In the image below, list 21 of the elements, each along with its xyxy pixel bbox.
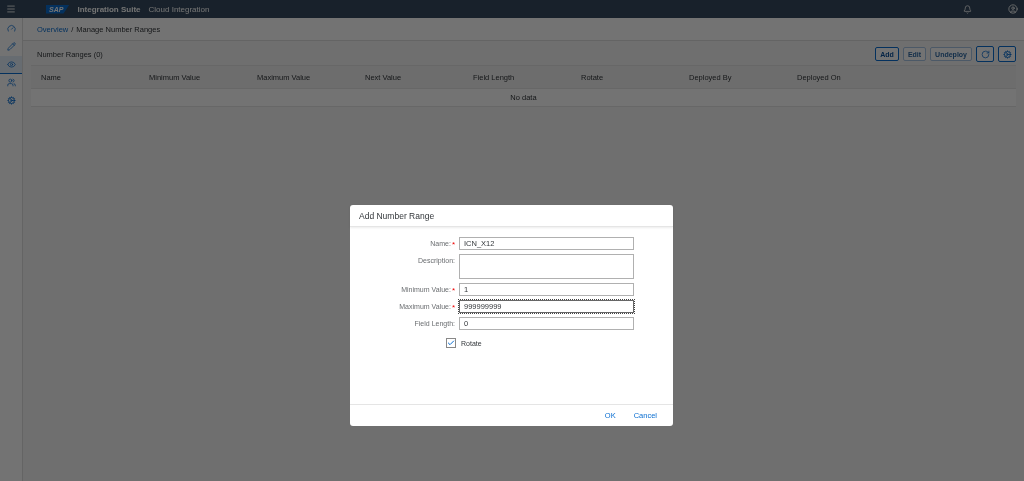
menu-icon[interactable]	[6, 4, 16, 14]
user-icon[interactable]	[1008, 4, 1018, 14]
text-area[interactable]	[459, 254, 634, 279]
gear-icon	[6, 96, 16, 105]
people-icon	[6, 78, 16, 87]
pencil-icon	[6, 42, 16, 51]
required-mark: *	[451, 286, 455, 295]
checkbox[interactable]	[446, 338, 456, 348]
refresh-button[interactable]	[976, 46, 994, 62]
dialog-title: Add Number Range	[350, 205, 673, 227]
gear-icon	[1002, 49, 1012, 59]
refresh-icon	[980, 49, 990, 59]
product-title: Integration Suite	[77, 4, 141, 14]
area-title: Cloud Integration	[148, 4, 210, 14]
required-mark: *	[451, 303, 455, 312]
eye-icon	[6, 60, 16, 69]
settings-button[interactable]	[998, 46, 1016, 62]
bell-icon[interactable]	[963, 4, 972, 14]
required-mark: *	[451, 240, 455, 249]
sidebar-item[interactable]	[0, 56, 22, 74]
gauge-icon	[6, 24, 16, 33]
